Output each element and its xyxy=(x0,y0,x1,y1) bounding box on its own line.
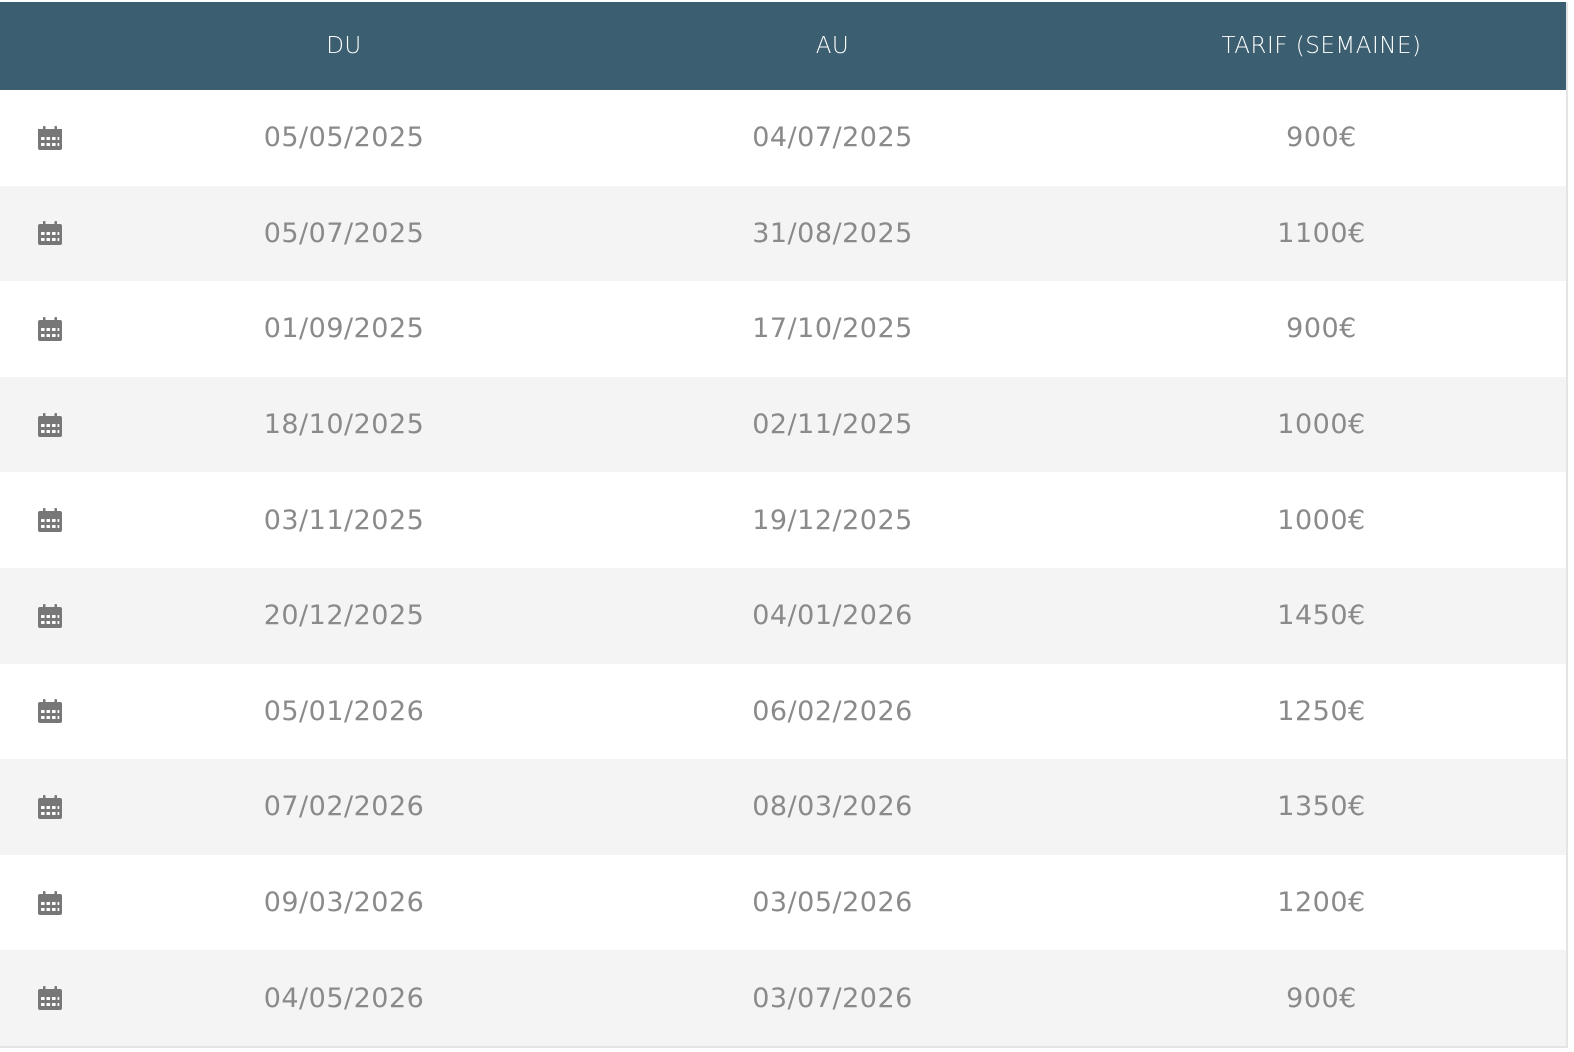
cell-tarif: 1000€ xyxy=(1277,409,1366,441)
cell-du: 09/03/2026 xyxy=(263,887,425,919)
header-au: AU xyxy=(815,33,850,59)
cell-du: 05/05/2025 xyxy=(263,122,425,154)
cell-du: 04/05/2026 xyxy=(263,982,425,1014)
table-header: DU AU TARIF (SEMAINE) xyxy=(0,2,1566,90)
cell-tarif: 1250€ xyxy=(1277,695,1366,727)
header-tarif: TARIF (SEMAINE) xyxy=(1221,33,1422,59)
cell-tarif: 900€ xyxy=(1286,313,1357,345)
cell-du: 03/11/2025 xyxy=(263,504,425,536)
cell-au: 04/07/2025 xyxy=(752,122,913,154)
table-row: 01/09/2025 17/10/2025 900€ xyxy=(0,281,1566,377)
cell-au: 03/07/2026 xyxy=(752,982,913,1014)
tariff-table: DU AU TARIF (SEMAINE) 05/05/2025 04/07/2… xyxy=(0,2,1568,1048)
cell-tarif: 1000€ xyxy=(1277,504,1366,536)
table-row: 18/10/2025 02/11/2025 1000€ xyxy=(0,376,1566,473)
table-row: 09/03/2026 03/05/2026 1200€ xyxy=(0,854,1566,951)
table-row: 07/02/2026 08/03/2026 1350€ xyxy=(0,759,1566,855)
cell-au: 17/10/2025 xyxy=(752,313,913,345)
table-row: 05/05/2025 04/07/2025 900€ xyxy=(0,90,1566,186)
cell-du: 07/02/2026 xyxy=(263,791,425,823)
cell-du: 01/09/2025 xyxy=(263,313,425,345)
cell-tarif: 900€ xyxy=(1286,122,1357,154)
cell-tarif: 900€ xyxy=(1286,982,1357,1014)
table-row: 04/05/2026 03/07/2026 900€ xyxy=(0,950,1566,1046)
cell-au: 03/05/2026 xyxy=(752,887,913,919)
cell-au: 19/12/2025 xyxy=(752,504,913,536)
table-row: 03/11/2025 19/12/2025 1000€ xyxy=(0,472,1566,568)
cell-tarif: 1450€ xyxy=(1277,600,1366,632)
cell-tarif: 1200€ xyxy=(1277,887,1366,919)
cell-au: 04/01/2026 xyxy=(752,600,913,632)
table-row: 20/12/2025 04/01/2026 1450€ xyxy=(0,567,1566,664)
cell-du: 20/12/2025 xyxy=(263,600,425,632)
cell-du: 05/01/2026 xyxy=(263,695,425,727)
header-du: DU xyxy=(326,33,362,59)
cell-du: 05/07/2025 xyxy=(263,217,425,249)
cell-au: 08/03/2026 xyxy=(752,791,913,823)
cell-du: 18/10/2025 xyxy=(263,409,425,441)
cell-tarif: 1100€ xyxy=(1277,217,1366,249)
table-row: 05/01/2026 06/02/2026 1250€ xyxy=(0,663,1566,760)
cell-au: 02/11/2025 xyxy=(752,409,913,441)
cell-tarif: 1350€ xyxy=(1277,791,1366,823)
cell-au: 06/02/2026 xyxy=(752,695,913,727)
table-row: 05/07/2025 31/08/2025 1100€ xyxy=(0,185,1566,282)
cell-au: 31/08/2025 xyxy=(752,217,913,249)
